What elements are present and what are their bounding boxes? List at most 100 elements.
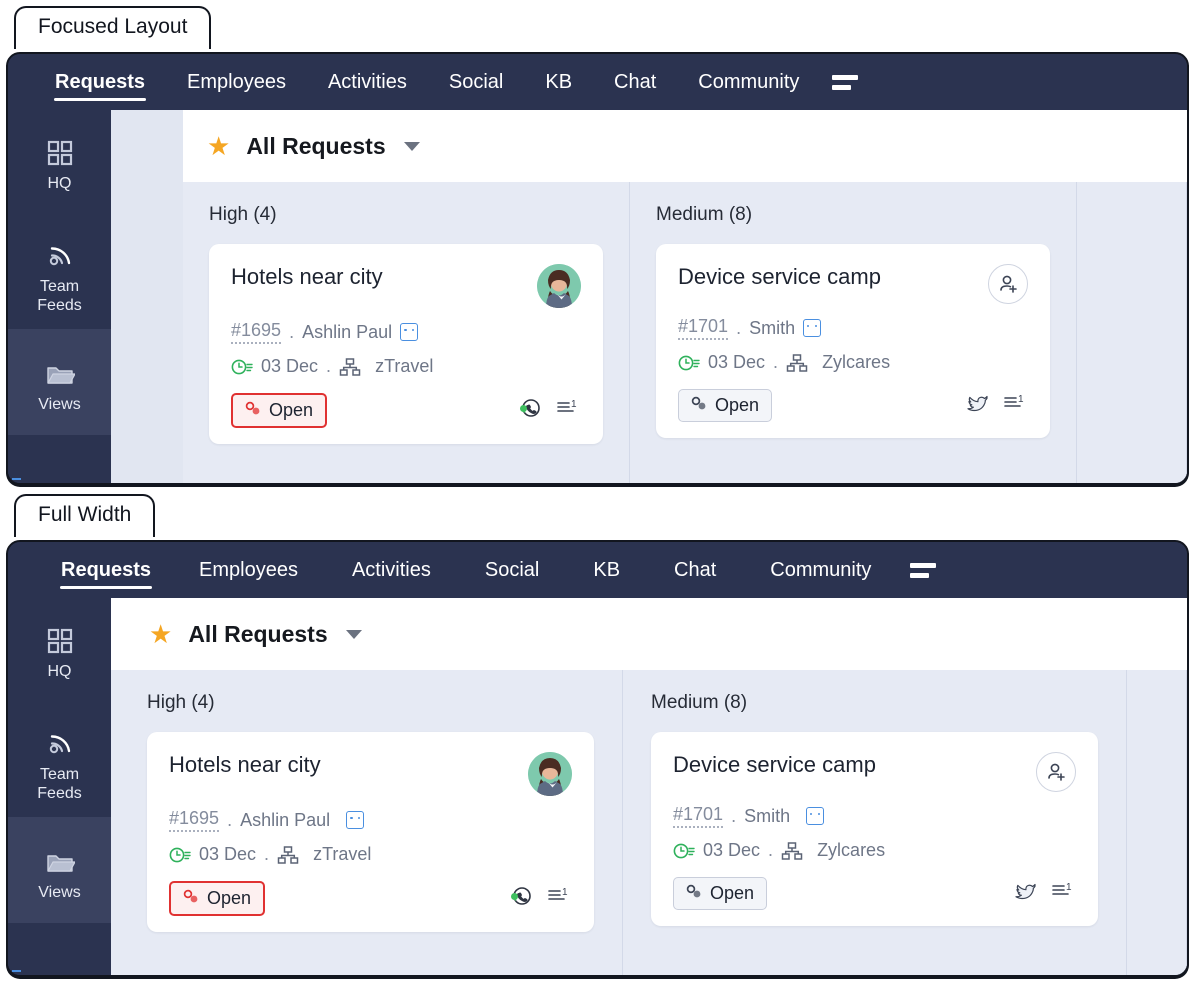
add-person-icon[interactable] <box>988 264 1028 304</box>
left-gutter <box>111 110 183 483</box>
section-full-width: Full Width Requests Employees Activities… <box>6 494 1193 983</box>
contact-card-icon[interactable] <box>12 811 365 972</box>
hamburger-icon[interactable] <box>832 54 878 110</box>
nav-label-social: Social <box>448 71 504 93</box>
board-column-medium: Medium (8) Device service camp #1701 . S… <box>12 182 1077 483</box>
grid-icon <box>12 626 107 656</box>
meta-separator-2: . <box>264 844 270 864</box>
notes-icon[interactable]: 1 <box>1052 881 1076 906</box>
rss-feed-icon <box>12 241 107 271</box>
org-chart-icon <box>781 841 803 861</box>
twitter-icon[interactable] <box>1014 881 1036 906</box>
nav-label-community: Community <box>770 559 872 581</box>
folder-icon <box>12 847 107 877</box>
due-date: 03 Dec <box>199 844 257 864</box>
request-card[interactable]: Device service camp #1701 . Smith 03 Dec… <box>12 732 1098 972</box>
nav-item-activities[interactable]: Activities <box>307 54 428 110</box>
column-title-medium: Medium (8) <box>651 692 748 713</box>
nav-item-community[interactable]: Community <box>677 54 820 110</box>
star-icon[interactable]: ★ <box>207 133 230 159</box>
board-column-empty <box>1077 182 1187 483</box>
add-person-icon[interactable] <box>1036 752 1076 792</box>
nav-label-social: Social <box>484 559 540 581</box>
sidebar-label-views: Views <box>38 884 81 902</box>
star-icon[interactable]: ★ <box>149 621 172 647</box>
nav-label-requests: Requests <box>55 71 146 93</box>
link-icon <box>245 400 262 421</box>
column-title-high: High (4) <box>147 692 215 713</box>
nav-label-kb: KB <box>545 71 573 93</box>
card-meta-date-row: 03 Dec . <box>231 356 581 377</box>
meta-separator-2: . <box>326 356 332 376</box>
status-badge[interactable]: Open <box>678 389 773 422</box>
ticket-number[interactable]: #1695 <box>169 808 220 832</box>
notes-icon[interactable]: 1 <box>557 398 581 423</box>
sidebar-label-hq: HQ <box>47 663 72 680</box>
whatsapp-icon[interactable] <box>519 397 541 424</box>
meta-separator: . <box>736 317 742 338</box>
chevron-down-icon[interactable] <box>345 629 362 639</box>
ticket-number[interactable]: #1701 <box>678 316 729 340</box>
request-card[interactable]: Hotels near city #1695 . Ashlin Paul 03 … <box>12 732 594 972</box>
contact-card-icon[interactable] <box>12 807 825 972</box>
nav-label-employees: Employees <box>199 559 298 581</box>
svg-text:1: 1 <box>571 399 577 410</box>
view-title: All Requests <box>246 132 386 159</box>
screenshot-root: Focused Layout Requests Employees Activi… <box>0 0 1193 983</box>
board-column-high: High (4) Hotels near city #1695 . Ashlin… <box>12 182 630 483</box>
nav-item-chat[interactable]: Chat <box>593 54 677 110</box>
view-toolbar-focused: ★ All Requests <box>183 110 1187 182</box>
hamburger-icon[interactable] <box>910 542 956 598</box>
nav-item-kb[interactable]: KB <box>566 542 647 598</box>
sidebar-item-hq[interactable]: HQ <box>8 120 111 207</box>
sidebar-item-views[interactable]: Views <box>8 329 111 435</box>
whatsapp-icon[interactable] <box>510 885 532 912</box>
chevron-down-icon[interactable] <box>403 141 420 151</box>
organization-name: zTravel <box>313 844 372 864</box>
nav-label-kb: KB <box>593 559 621 581</box>
sidebar-label-team: Team <box>39 766 80 784</box>
sidebar-item-team-feeds[interactable]: Team Feeds <box>8 207 111 329</box>
card-meta-ticket-row: #1701 . Smith <box>12 804 1076 972</box>
left-sidebar-focused: HQ Team Feeds Views <box>8 110 111 483</box>
nav-item-employees[interactable]: Employees <box>166 54 307 110</box>
status-badge[interactable]: Open <box>231 393 328 428</box>
sidebar-label-hq: HQ <box>47 175 72 192</box>
nav-item-kb[interactable]: KB <box>524 54 593 110</box>
nav-item-community[interactable]: Community <box>743 542 898 598</box>
view-toolbar-fullwidth: ★ All Requests <box>111 598 1187 670</box>
clock-icon <box>673 842 695 860</box>
twitter-icon[interactable] <box>966 393 988 418</box>
card-footer: Open 1 <box>231 393 581 428</box>
nav-item-requests[interactable]: Requests <box>40 542 172 598</box>
board-focused: High (4) Hotels near city #1695 . Ashlin… <box>12 182 1187 483</box>
notes-icon[interactable]: 1 <box>548 886 572 911</box>
ticket-number[interactable]: #1701 <box>673 804 724 828</box>
status-badge[interactable]: Open <box>673 877 768 910</box>
nav-item-chat[interactable]: Chat <box>647 542 743 598</box>
due-date: 03 Dec <box>261 356 319 376</box>
card-title: Hotels near city <box>169 752 321 777</box>
contact-card-icon[interactable] <box>12 323 419 480</box>
notes-icon[interactable]: 1 <box>1004 393 1028 418</box>
request-card[interactable]: Device service camp #1701 . Smith 03 Dec… <box>12 244 1050 480</box>
board-fullwidth: High (4) Hotels near city #1695 . Ashlin… <box>12 670 1187 975</box>
contact-card-icon[interactable] <box>12 319 822 480</box>
nav-label-requests: Requests <box>61 559 152 581</box>
nav-item-social[interactable]: Social <box>428 54 524 110</box>
status-badge[interactable]: Open <box>169 881 266 916</box>
user-photo-avatar[interactable] <box>528 752 572 796</box>
nav-item-social[interactable]: Social <box>458 542 566 598</box>
content-area-fullwidth: ★ All Requests High (4) Hotels near city <box>12 598 1187 975</box>
nav-item-activities[interactable]: Activities <box>325 542 458 598</box>
user-photo-avatar[interactable] <box>537 264 581 308</box>
clock-icon <box>678 354 700 372</box>
ticket-number[interactable]: #1695 <box>231 320 282 344</box>
sidebar-item-views[interactable]: Views <box>8 817 111 923</box>
nav-item-employees[interactable]: Employees <box>172 542 325 598</box>
sidebar-item-hq[interactable]: HQ <box>8 608 111 695</box>
link-icon <box>183 888 200 909</box>
request-card[interactable]: Hotels near city #1695 . Ashlin Paul 03 … <box>12 244 603 480</box>
sidebar-item-team-feeds[interactable]: Team Feeds <box>8 695 111 817</box>
nav-item-requests[interactable]: Requests <box>34 54 166 110</box>
